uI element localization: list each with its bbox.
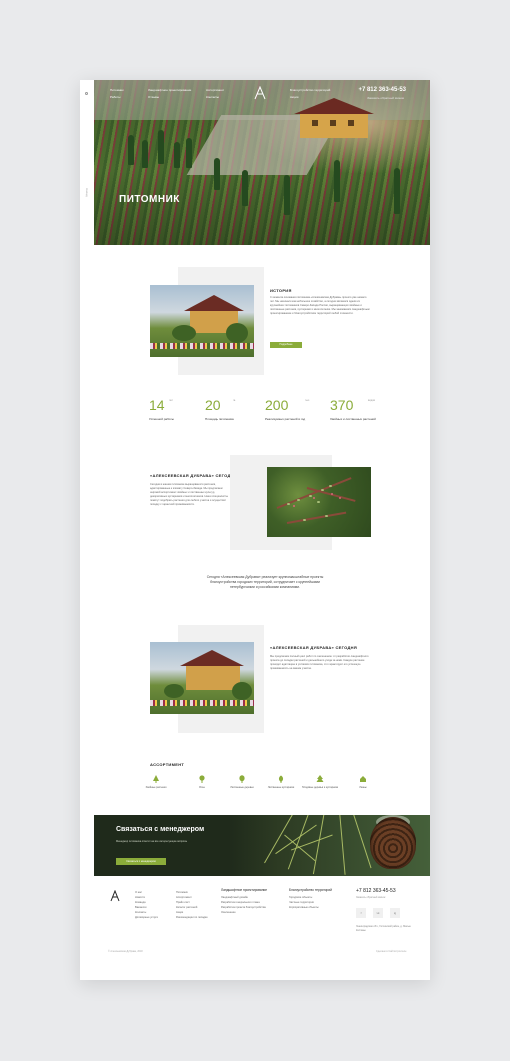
contact-banner: Связаться с менеджером Менеджер питомник… [94, 815, 430, 876]
assortment-item-conifers[interactable]: Хвойные растения [136, 775, 176, 789]
fruit-tree-icon [316, 775, 324, 782]
today-title: «АЛЕКСЕЕВСКАЯ ДУБРАВА» СЕГОДНЯ [150, 473, 238, 478]
stat-unit: тыс. [305, 399, 310, 402]
footer-link[interactable]: Договорные услуги [135, 915, 158, 920]
today-text: Сегодня в нашем питомнике выращиваются р… [150, 483, 228, 506]
liana-icon [360, 776, 366, 782]
assortment-item-lianas[interactable]: Лианы [343, 775, 383, 789]
pine-cone-image [370, 817, 416, 869]
assortment-item-fruit[interactable]: Плодовые деревья и кустарники [300, 775, 340, 789]
hero-banner: Питомник Ландшафтное проектирование Ассо… [94, 80, 430, 245]
nav-item[interactable]: Контакты [206, 95, 219, 99]
tree-icon [239, 775, 245, 783]
stat-label: Площадь питомника [205, 417, 234, 421]
history-more-button[interactable]: Подробнее [270, 342, 302, 348]
assortment-label: Хвойные растения [145, 786, 167, 789]
contact-title: Связаться с менеджером [116, 826, 205, 833]
logo-icon[interactable] [254, 86, 266, 100]
stat-number: 20 [205, 397, 221, 413]
nav-item[interactable]: Питомник [110, 88, 124, 92]
nav-item[interactable]: Работы [110, 95, 120, 99]
copyright: © Алексеевская Дубрава, 2018 [108, 950, 143, 953]
history-image [150, 285, 254, 357]
assortment-item-roses[interactable]: Розы [182, 775, 222, 789]
nav-item[interactable]: Акции [290, 95, 298, 99]
footer-heading[interactable]: Ландшафтное проектирование [221, 888, 267, 892]
menu-dot-icon[interactable] [85, 92, 88, 95]
stat-years: 14 лет Успешной работы [149, 397, 174, 421]
stat-unit: видов [368, 399, 375, 402]
side-rail: Назад [80, 80, 94, 245]
footer-link[interactable]: Корпоративные объекты [289, 905, 332, 910]
page: Назад Питомник Ландшафтное проектировани… [80, 80, 430, 980]
today-image [267, 467, 371, 537]
stat-label: Реализуемых растений в год [265, 417, 306, 421]
nav-item[interactable]: Ландшафтное проектирование [148, 88, 191, 92]
stat-label: Успешной работы [149, 417, 174, 421]
side-label[interactable]: Назад [85, 188, 89, 197]
assortment-item-shrubs[interactable]: Лиственные кустарники [261, 775, 301, 789]
assortment-label: Лиственные кустарники [267, 786, 295, 789]
footer-heading[interactable]: Благоустройство территорий [289, 888, 332, 892]
stat-unit: лет [169, 399, 173, 402]
footer-link[interactable]: Рекомендации по посадке [176, 915, 208, 920]
page-title: ПИТОМНИК [119, 194, 180, 205]
vk-icon[interactable]: vk [373, 908, 383, 918]
conifer-icon [153, 775, 159, 783]
stat-number: 370 [330, 397, 354, 413]
today2-title: «АЛЕКСЕЕВСКАЯ ДУБРАВА» СЕГОДНЯ [270, 645, 358, 650]
assortment-title: АССОРТИМЕНТ [150, 762, 185, 767]
rose-icon [199, 775, 205, 783]
footer-col-improvement: Благоустройство территорий Городские объ… [289, 888, 332, 910]
today2-image [150, 642, 254, 714]
contact-manager-button[interactable]: Связаться с менеджером [116, 858, 166, 865]
developer-link[interactable]: Сделано в Сайтостроителе [376, 950, 407, 953]
shrub-icon [278, 775, 284, 783]
nav-item[interactable]: Отзывы [148, 95, 159, 99]
nav-item[interactable]: Благоустройство территорий [290, 88, 330, 92]
stat-area: 20 га Площадь питомника [205, 397, 235, 421]
assortment-label: Лиственные деревья [230, 786, 254, 789]
assortment-label: Плодовые деревья и кустарники [301, 786, 339, 789]
assortment-label: Лианы [359, 786, 367, 789]
stat-number: 14 [149, 397, 165, 413]
callback-link[interactable]: Заказать обратный звонок [367, 96, 404, 100]
footer-logo-icon[interactable] [110, 890, 120, 902]
footer-callback-link[interactable]: Заказать обратный звонок [356, 896, 385, 899]
footer-col-about: О нас Новости Команда Вакансии Контакты … [135, 890, 158, 920]
stat-label: Хвойных и лиственных растений [330, 417, 376, 421]
stat-species: 370 видов Хвойных и лиственных растений [330, 397, 376, 421]
stat-unit: га [233, 399, 236, 402]
footer-link[interactable]: Озеленение [221, 910, 267, 915]
hero-phone[interactable]: +7 812 363-45-53 [358, 87, 406, 93]
footer-col-landscape: Ландшафтное проектирование Ландшафтный д… [221, 888, 267, 915]
footer-col-nursery: Питомник Ассортимент Прайс-лист Каталог … [176, 890, 208, 920]
today2-text: Мы предлагаем полный цикл работ по озеле… [270, 655, 369, 670]
history-title: ИСТОРИЯ [270, 288, 292, 293]
contact-text: Менеджер питомника ответит на все интере… [116, 840, 188, 843]
instagram-icon[interactable]: ig [390, 908, 400, 918]
history-text: С момента основания питомника «Алексеевс… [270, 296, 370, 315]
facebook-icon[interactable]: f [356, 908, 366, 918]
nav-item[interactable]: Ассортимент [206, 88, 224, 92]
center-statement: Сегодня «Алексеевская Дубрава» реализует… [206, 575, 324, 589]
footer-phone[interactable]: +7 812 363-45-53 [356, 888, 396, 894]
assortment-label: Розы [199, 786, 205, 789]
footer-address: Ленинградская обл., Гатчинский район, д.… [356, 925, 411, 932]
stat-plants: 200 тыс. Реализуемых растений в год [265, 397, 310, 421]
assortment-item-deciduous-trees[interactable]: Лиственные деревья [222, 775, 262, 789]
stat-number: 200 [265, 397, 289, 413]
